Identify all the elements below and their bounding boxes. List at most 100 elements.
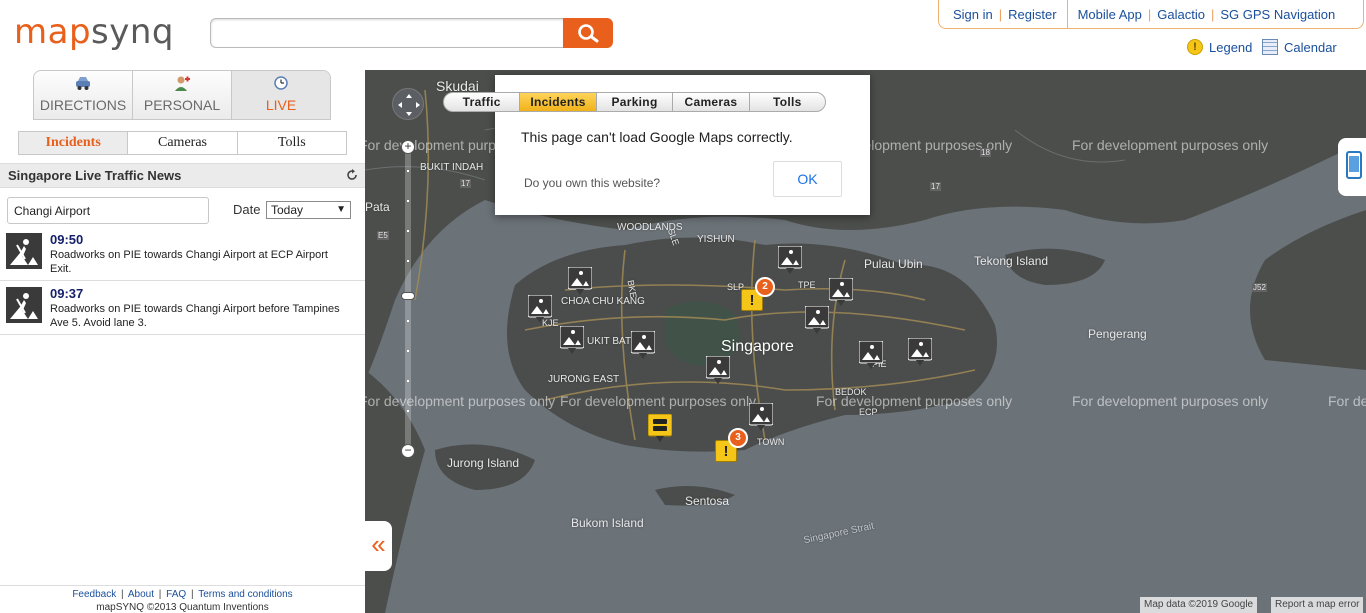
roadworks-marker[interactable] [528,295,552,323]
terms-link[interactable]: Terms and conditions [198,589,293,600]
roadworks-marker[interactable] [908,338,932,366]
roadworks-marker[interactable] [706,356,730,384]
faq-link[interactable]: FAQ [166,589,186,600]
zoom-tick [407,260,409,262]
report-map-error-link[interactable]: Report a map error [1271,597,1364,613]
zoom-out-button[interactable]: − [401,444,415,458]
logo-text-map: map [14,12,92,52]
date-select[interactable]: Today ▼ [266,201,351,219]
mobile-app-link[interactable]: Mobile App [1078,7,1142,22]
road-label-e5: E5 [377,231,389,240]
mode-tabs: DIRECTIONS PERSONAL LIVE [33,70,331,120]
accident-marker[interactable] [648,414,672,442]
map-data-attribution: Map data ©2019 Google [1140,597,1258,613]
date-label: Date [233,202,261,217]
watermark-text: For development purposes only [365,393,556,409]
cluster-count-badge: 2 [755,277,775,297]
news-header: Singapore Live Traffic News [0,163,365,188]
collapse-panel-button[interactable]: « [365,521,392,571]
mobile-phone-icon [1346,151,1362,179]
mapsynq-logo[interactable]: mapsynq [14,12,174,52]
roadworks-marker[interactable] [859,341,883,369]
nav-divider [1066,0,1068,29]
roadworks-icon [6,233,42,269]
zoom-slider-handle[interactable] [401,292,415,300]
dropdown-arrow-icon: ▼ [336,204,346,215]
sign-in-link[interactable]: Sign in [953,7,993,22]
news-title: Singapore Live Traffic News [8,168,182,183]
place-label-patai: Pata [365,200,390,214]
calendar-label: Calendar [1284,39,1337,55]
layer-tab-parking[interactable]: Parking [597,93,674,111]
incident-list: 09:50 Roadworks on PIE towards Changi Ai… [0,227,365,335]
tab-directions-label: DIRECTIONS [39,97,127,113]
user-icon [175,76,190,91]
refresh-icon[interactable] [345,168,359,182]
register-link[interactable]: Register [1008,7,1056,22]
watermark-text: For development purposes only [1072,137,1269,153]
tab-incidents[interactable]: Incidents [19,132,129,154]
list-item[interactable]: 09:37 Roadworks on PIE towards Changi Ai… [0,281,365,335]
layer-tab-traffic[interactable]: Traffic [444,93,521,111]
search-input[interactable] [211,19,564,47]
car-icon [76,77,90,90]
roadworks-marker[interactable] [829,278,853,306]
map-canvas[interactable]: For development purposes only For develo… [365,70,1366,613]
dialog-message: This page can't load Google Maps correct… [521,129,793,145]
road-label-tpe: TPE [798,280,816,290]
nav-separator: | [998,6,1003,22]
road-label-17b: 17 [930,182,941,191]
calendar-link[interactable]: Calendar [1262,39,1337,55]
sg-gps-navigation-link[interactable]: SG GPS Navigation [1220,7,1335,22]
list-item[interactable]: 09:50 Roadworks on PIE towards Changi Ai… [0,227,365,281]
legend-link[interactable]: ! Legend [1187,39,1252,55]
zoom-in-button[interactable]: + [401,140,415,154]
tab-tolls[interactable]: Tolls [237,132,346,154]
layer-tab-incidents[interactable]: Incidents [520,93,597,111]
footer-separator: | [158,589,162,600]
search-box [210,18,565,48]
search-button[interactable] [563,18,613,48]
tab-personal[interactable]: PERSONAL [133,71,232,119]
galactio-link[interactable]: Galactio [1157,7,1205,22]
roadworks-marker[interactable] [749,403,773,431]
legend-icon: ! [1187,39,1203,55]
logo-text-synq: synq [91,12,175,52]
dialog-question[interactable]: Do you own this website? [524,176,660,190]
tab-cameras[interactable]: Cameras [128,132,238,154]
zoom-tick [407,170,409,172]
incident-time: 09:50 [50,232,84,247]
watermark-text: For development purposes only [560,393,757,409]
incident-time: 09:37 [50,286,84,301]
tab-personal-label: PERSONAL [143,97,221,113]
feedback-link[interactable]: Feedback [72,589,116,600]
roadworks-marker[interactable] [631,331,655,359]
nav-separator: | [1210,6,1215,22]
tab-live[interactable]: LIVE [232,71,330,119]
road-label-17: 17 [460,179,471,188]
layer-tab-cameras[interactable]: Cameras [673,93,750,111]
about-link[interactable]: About [128,589,154,600]
dialog-ok-button[interactable]: OK [773,161,842,197]
place-label-jurong-island: Jurong Island [447,456,520,470]
zoom-tick [407,320,409,322]
roadworks-marker[interactable] [568,267,592,295]
date-select-value: Today [271,203,304,217]
location-filter-input[interactable] [7,197,209,224]
place-label-bedok: BEDOK [835,387,867,397]
place-label-jurong-east: JURONG EAST [548,374,620,385]
search-icon [578,24,599,43]
pan-control[interactable] [392,88,424,120]
place-label-sentosa: Sentosa [685,494,730,508]
place-label-singapore: Singapore [721,338,794,355]
roadworks-marker[interactable] [560,326,584,354]
roadworks-marker[interactable] [778,246,802,274]
roadworks-marker[interactable] [805,306,829,334]
live-sub-tabs: Incidents Cameras Tolls [18,131,347,155]
tab-directions[interactable]: DIRECTIONS [34,71,133,119]
layer-tab-tolls[interactable]: Tolls [750,93,825,111]
mobile-app-side-tab[interactable] [1338,138,1366,196]
cluster-count-badge: 3 [728,428,748,448]
road-label-18: 18 [980,148,991,157]
copyright: mapSYNQ ©2013 Quantum Inventions [96,602,269,613]
